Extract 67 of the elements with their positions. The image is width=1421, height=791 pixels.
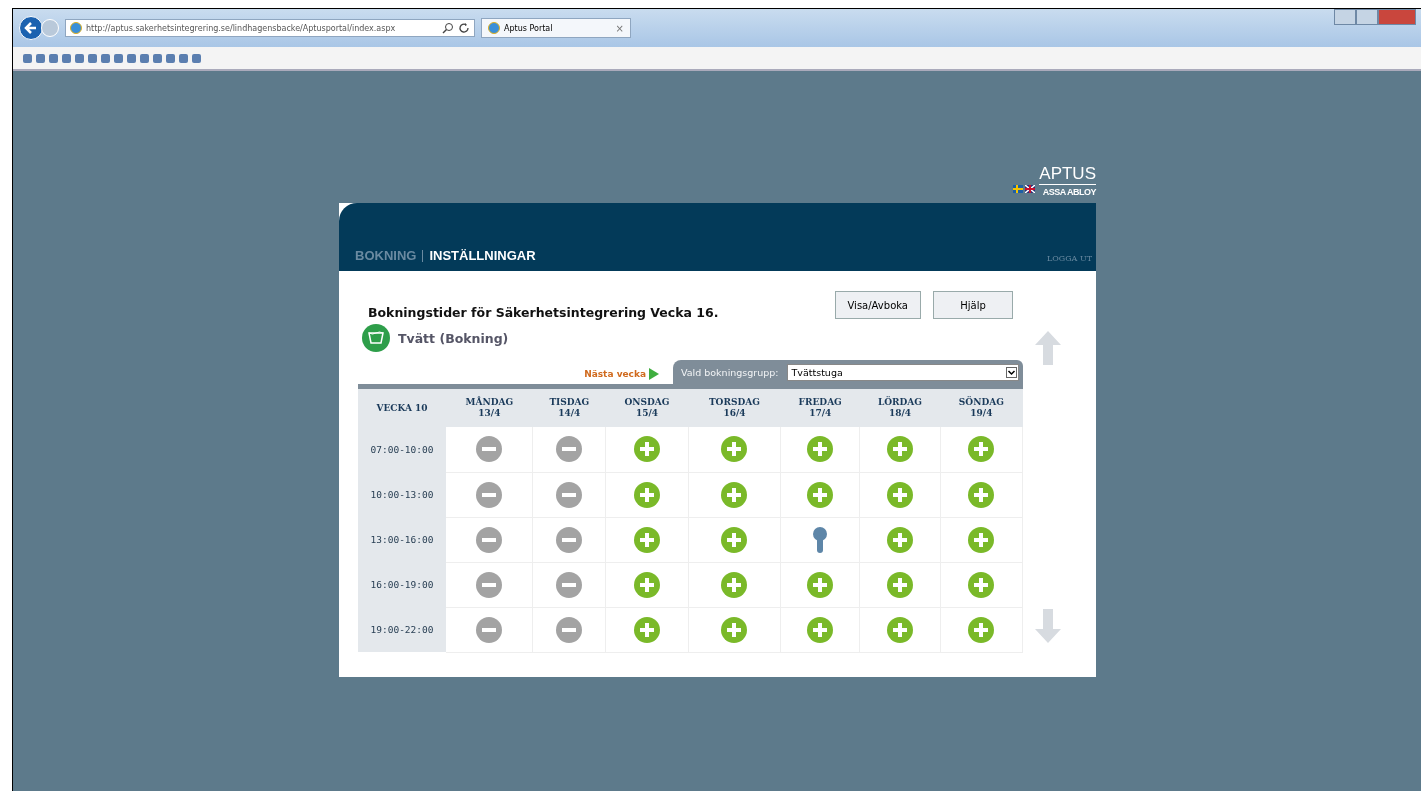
up-arrow-icon[interactable] [1035,331,1061,365]
time-cell: 19:00-22:00 [358,607,446,652]
day-header: MÅNDAG 13/4 [446,389,533,427]
time-cell: 13:00-16:00 [358,517,446,562]
plus-icon[interactable] [634,481,661,508]
plus-icon[interactable] [968,616,995,643]
plus-icon[interactable] [634,571,661,598]
page-heading: Bokningstider för Säkerhetsintegrering Vecka 16. [368,305,719,320]
refresh-icon[interactable] [458,22,470,34]
time-cell: 07:00-10:00 [358,427,446,472]
dropdown-value: Tvättstuga [791,366,843,378]
plus-icon[interactable] [886,481,913,508]
logo-text: APTUS [1039,164,1096,185]
down-arrow-icon[interactable] [1035,608,1061,643]
tab-close-button[interactable]: × [615,22,624,34]
day-header: LÖRDAG 18/4 [859,389,941,427]
plus-icon[interactable] [721,526,748,553]
search-icon[interactable] [442,22,454,34]
time-cell: 16:00-19:00 [358,562,446,607]
logo-subtext: ASSA ABLOY [1042,186,1096,199]
day-header: ONSDAG 15/4 [605,389,689,427]
day-header: TISDAG 14/4 [532,389,606,427]
swedish-flag-icon[interactable] [1013,185,1024,193]
plus-icon[interactable] [807,616,834,643]
plus-icon[interactable] [634,526,661,553]
plus-icon[interactable] [807,571,834,598]
plus-icon[interactable] [886,571,913,598]
resource-title: Tvätt (Bokning) [398,330,509,346]
minimize-button[interactable] [1334,9,1356,25]
plus-icon[interactable] [721,436,748,463]
plus-icon[interactable] [807,481,834,508]
week-header: VECKA 10 [358,389,446,427]
next-week-link[interactable]: Nästa vecka [584,368,659,380]
nav-tab[interactable]: INSTÄLLNINGAR [429,248,536,263]
plus-icon[interactable] [721,571,748,598]
action-button[interactable]: Hjälp [933,291,1013,319]
day-header: FREDAG 17/4 [780,389,860,427]
group-dropdown[interactable]: Tvättstuga [786,363,1019,381]
keyhole-icon[interactable] [813,526,828,553]
plus-icon[interactable] [721,481,748,508]
back-button[interactable] [19,16,43,40]
plus-icon[interactable] [886,526,913,553]
action-button[interactable]: Visa/Avboka [834,291,921,319]
page-icon [70,22,82,34]
address-bar[interactable]: http://aptus.sakerhetsintegrering.se/lindhagensbacke/Aptusportal/index.aspx [65,19,475,37]
day-header: TORSDAG 16/4 [688,389,781,427]
plus-icon[interactable] [886,436,913,463]
browser-tab[interactable]: Aptus Portal × [481,18,631,38]
time-cell: 10:00-13:00 [358,472,446,517]
plus-icon[interactable] [721,616,748,643]
plus-icon[interactable] [968,571,995,598]
group-label: Vald bokningsgrupp: [681,366,779,378]
plus-icon[interactable] [968,481,995,508]
plus-icon[interactable] [886,616,913,643]
plus-icon[interactable] [968,436,995,463]
dropdown-arrow-icon[interactable] [1006,366,1017,378]
arrow-left-icon [23,20,39,36]
plus-icon[interactable] [807,436,834,463]
maximize-button[interactable] [1356,9,1378,25]
page-icon [488,22,500,34]
plus-icon[interactable] [634,436,661,463]
british-flag-icon[interactable] [1025,185,1036,193]
play-triangle-icon [649,368,659,380]
day-header: SÖNDAG 19/4 [940,389,1023,427]
plus-icon[interactable] [634,616,661,643]
close-button[interactable] [1378,9,1416,25]
plus-icon[interactable] [968,526,995,553]
